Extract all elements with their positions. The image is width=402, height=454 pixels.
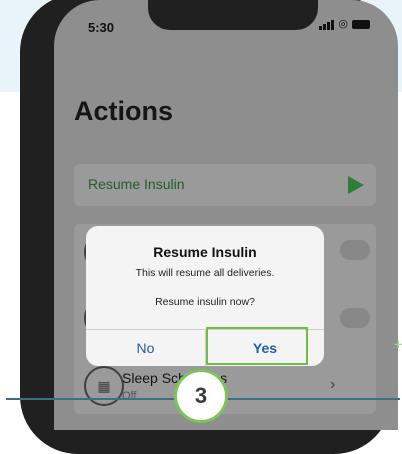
no-button[interactable]: No [86, 330, 205, 366]
chevron-right-icon[interactable]: › [330, 376, 335, 394]
play-icon [348, 176, 364, 194]
dialog-title: Resume Insulin [153, 244, 257, 260]
battery-icon [352, 20, 370, 29]
notch [148, 0, 318, 30]
calendar-icon: ▦ [84, 366, 124, 406]
page-title: Actions [74, 96, 174, 126]
decorative-plus-icon: ✛ [394, 340, 402, 351]
row-toggle[interactable] [340, 308, 370, 328]
dialog-message: This will resume all deliveries. [135, 267, 275, 279]
signal-icon [319, 20, 335, 30]
status-icons: ◎ [319, 18, 370, 30]
resume-insulin-label: Resume Insulin [88, 176, 185, 192]
wifi-icon: ◎ [338, 18, 348, 30]
resume-insulin-row[interactable]: Resume Insulin [74, 164, 376, 206]
dialog-question: Resume insulin now? [155, 296, 255, 308]
row-toggle[interactable] [340, 240, 370, 260]
status-time: 5:30 [88, 20, 115, 35]
sleep-schedules-status: Off [122, 390, 137, 402]
step-number-badge: 3 [174, 369, 228, 423]
yes-button-highlight [206, 327, 308, 365]
